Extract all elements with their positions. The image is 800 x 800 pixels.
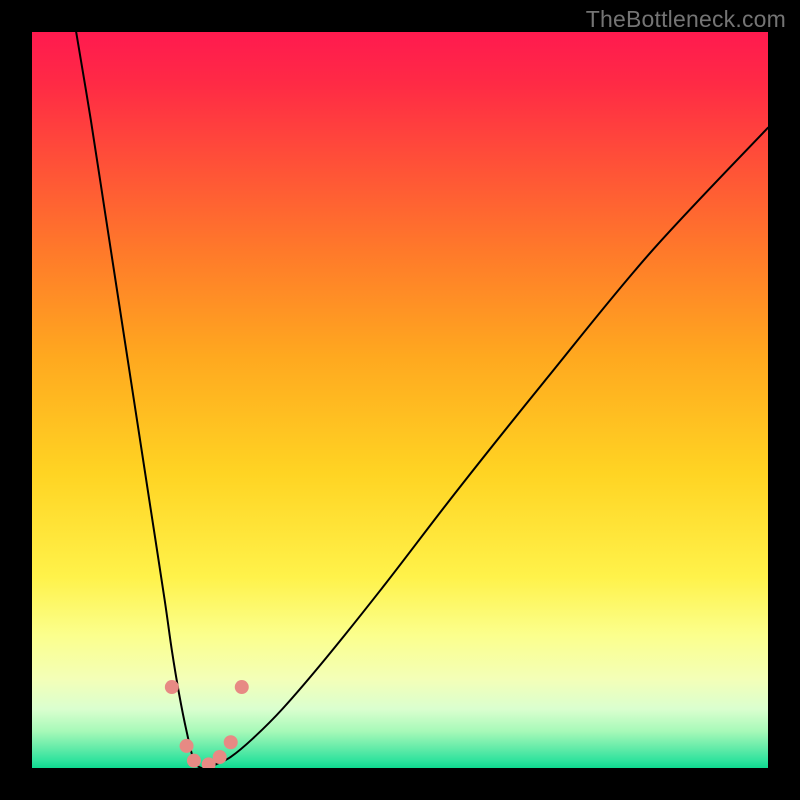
curve-svg [32,32,768,768]
chart-frame: TheBottleneck.com [0,0,800,800]
plot-area [32,32,768,768]
curve-marker [224,735,238,749]
bottleneck-curve-path [76,32,768,768]
curve-marker [165,680,179,694]
curve-marker [180,739,194,753]
curve-marker [187,754,201,768]
watermark-text: TheBottleneck.com [586,6,786,33]
curve-marker [235,680,249,694]
curve-marker [213,750,227,764]
